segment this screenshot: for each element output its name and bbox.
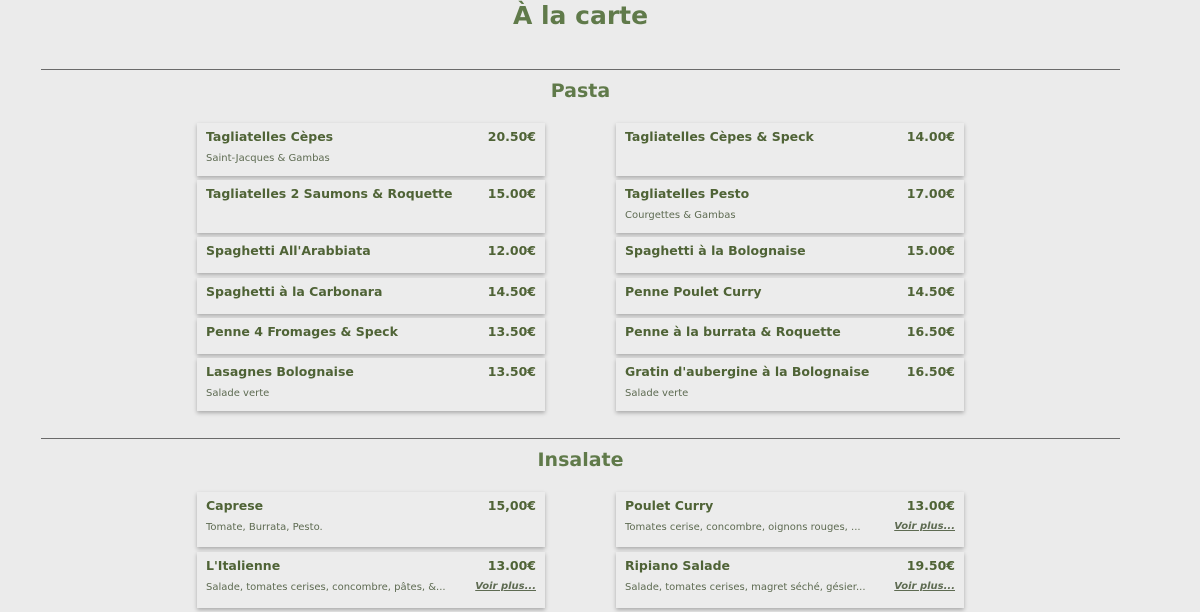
menu-item-card[interactable]: Tagliatelles Cèpes & Speck 14.00€ <box>616 123 964 176</box>
menu-item-description: Saint-Jacques & Gambas <box>206 153 330 164</box>
menu-item-name: Penne 4 Fromages & Speck <box>206 324 398 339</box>
menu-item-card[interactable]: Caprese 15,00€ Tomate, Burrata, Pesto. <box>197 492 545 547</box>
menu-item-name: Spaghetti à la Carbonara <box>206 284 383 299</box>
menu-item-price: 14.50€ <box>906 284 955 299</box>
menu-item-name: Penne Poulet Curry <box>625 284 762 299</box>
menu-item-description: Salade verte <box>206 388 270 399</box>
menu-item-card[interactable]: Ripiano Salade 19.50€ Salade, tomates ce… <box>616 552 964 608</box>
menu-item-card[interactable]: Spaghetti à la Carbonara 14.50€ <box>197 278 545 314</box>
menu-item-price: 17.00€ <box>906 186 955 201</box>
menu-item-card[interactable]: Penne Poulet Curry 14.50€ <box>616 278 964 314</box>
voir-plus-link[interactable]: Voir plus... <box>894 521 955 532</box>
page-title: À la carte <box>512 1 649 30</box>
section-divider <box>41 69 1120 70</box>
menu-item-name: Spaghetti à la Bolognaise <box>625 243 806 258</box>
menu-item-price: 13.50€ <box>487 364 536 379</box>
menu-item-card[interactable]: Penne à la burrata & Roquette 16.50€ <box>616 318 964 354</box>
menu-item-price: 15,00€ <box>487 498 536 513</box>
menu-item-card[interactable]: Gratin d'aubergine à la Bolognaise 16.50… <box>616 358 964 411</box>
menu-item-price: 12.00€ <box>487 243 536 258</box>
menu-item-name: Tagliatelles 2 Saumons & Roquette <box>206 186 453 201</box>
menu-item-description: Salade, tomates cerises, magret séché, g… <box>625 582 866 593</box>
menu-item-name: Gratin d'aubergine à la Bolognaise <box>625 364 870 379</box>
menu-item-name: Tagliatelles Cèpes <box>206 129 334 144</box>
menu-item-description: Courgettes & Gambas <box>625 210 736 221</box>
menu-item-price: 13.00€ <box>487 558 536 573</box>
voir-plus-link[interactable]: Voir plus... <box>894 581 955 592</box>
section-title-pasta: Pasta <box>550 80 611 102</box>
voir-plus-link[interactable]: Voir plus... <box>475 581 536 592</box>
menu-item-price: 14.00€ <box>906 129 955 144</box>
menu-item-card[interactable]: L'Italienne 13.00€ Salade, tomates ceris… <box>197 552 545 608</box>
menu-item-description: Tomates cerise, concombre, oignons rouge… <box>625 522 861 533</box>
menu-item-price: 15.00€ <box>906 243 955 258</box>
menu-item-name: Lasagnes Bolognaise <box>206 364 354 379</box>
menu-item-name: Penne à la burrata & Roquette <box>625 324 841 339</box>
menu-item-price: 19.50€ <box>906 558 955 573</box>
menu-item-price: 16.50€ <box>906 364 955 379</box>
menu-item-name: L'Italienne <box>206 558 281 573</box>
menu-item-card[interactable]: Poulet Curry 13.00€ Tomates cerise, conc… <box>616 492 964 547</box>
menu-item-card[interactable]: Spaghetti All'Arabbiata 12.00€ <box>197 237 545 273</box>
menu-item-price: 15.00€ <box>487 186 536 201</box>
menu-item-price: 13.50€ <box>487 324 536 339</box>
menu-item-description: Salade, tomates cerises, concombre, pâte… <box>206 582 446 593</box>
menu-item-name: Caprese <box>206 498 264 513</box>
menu-item-price: 14.50€ <box>487 284 536 299</box>
menu-item-card[interactable]: Penne 4 Fromages & Speck 13.50€ <box>197 318 545 354</box>
menu-item-card[interactable]: Tagliatelles Pesto 17.00€ Courgettes & G… <box>616 180 964 233</box>
menu-item-price: 20.50€ <box>487 129 536 144</box>
menu-item-description: Tomate, Burrata, Pesto. <box>206 522 323 533</box>
menu-item-card[interactable]: Lasagnes Bolognaise 13.50€ Salade verte <box>197 358 545 411</box>
menu-item-name: Tagliatelles Cèpes & Speck <box>625 129 814 144</box>
menu-item-card[interactable]: Spaghetti à la Bolognaise 15.00€ <box>616 237 964 273</box>
menu-item-name: Spaghetti All'Arabbiata <box>206 243 371 258</box>
menu-item-description: Salade verte <box>625 388 689 399</box>
menu-item-name: Poulet Curry <box>625 498 714 513</box>
menu-item-price: 13.00€ <box>906 498 955 513</box>
menu-item-card[interactable]: Tagliatelles Cèpes 20.50€ Saint-Jacques … <box>197 123 545 176</box>
menu-item-name: Tagliatelles Pesto <box>625 186 750 201</box>
menu-item-card[interactable]: Tagliatelles 2 Saumons & Roquette 15.00€ <box>197 180 545 233</box>
menu-item-name: Ripiano Salade <box>625 558 730 573</box>
menu-item-price: 16.50€ <box>906 324 955 339</box>
section-divider <box>41 438 1120 439</box>
section-title-insalate: Insalate <box>537 449 624 471</box>
